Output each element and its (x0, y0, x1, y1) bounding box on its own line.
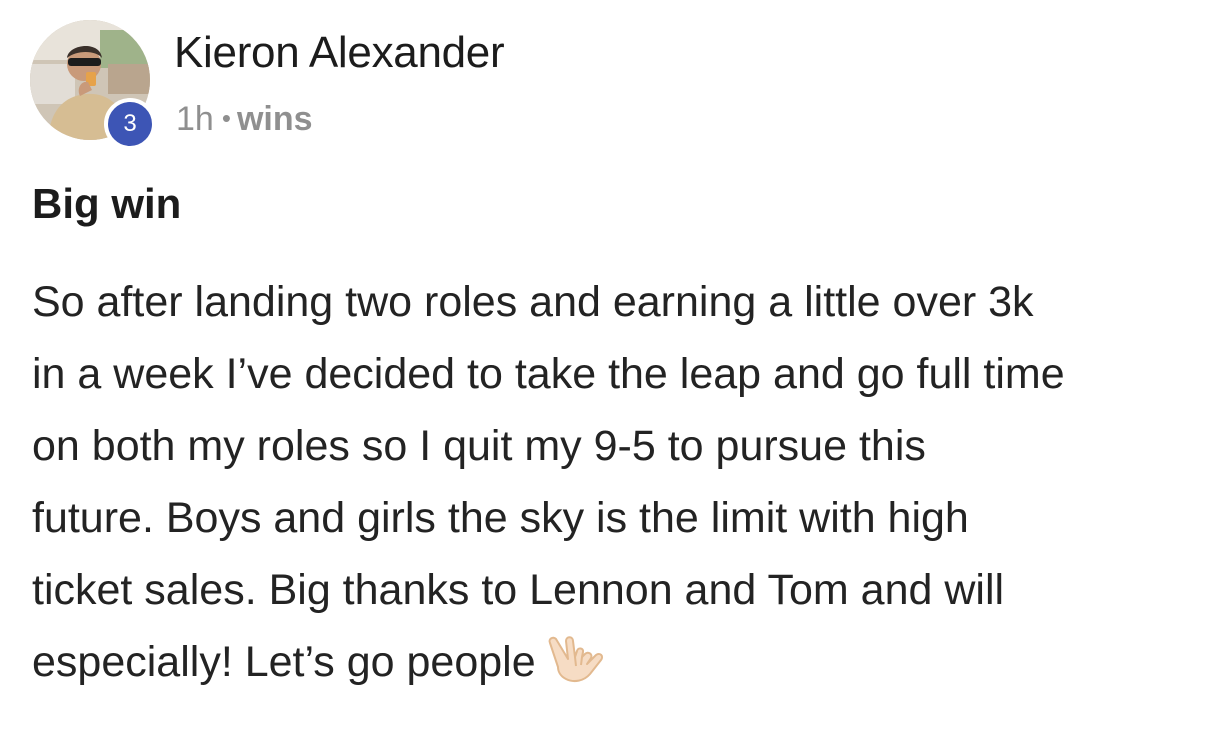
post-body-line: future. Boys and girls the sky is the li… (32, 494, 969, 542)
post-card: 3 Kieron Alexander 1h • wins Big win So af… (0, 0, 1206, 737)
author-name[interactable]: Kieron Alexander (174, 28, 505, 78)
meta-separator: • (221, 103, 231, 133)
love-you-gesture-icon (548, 635, 603, 682)
post-body-line: especially! Let’s go people (32, 638, 536, 686)
post-time: 1h (176, 100, 214, 138)
post-title: Big win (32, 180, 182, 227)
post-meta: 1h • wins (176, 100, 313, 139)
post-body-line: on both my roles so I quit my 9-5 to pur… (32, 422, 926, 470)
post-body-line: in a week I’ve decided to take the leap … (32, 350, 1065, 398)
post-body: So after landing two roles and earning a… (32, 266, 1192, 698)
post-body-line: So after landing two roles and earning a… (32, 278, 1034, 326)
level-badge: 3 (104, 98, 156, 150)
post-body-line: ticket sales. Big thanks to Lennon and T… (32, 566, 1005, 614)
post-category[interactable]: wins (237, 100, 313, 138)
post-body-last-line: especially! Let’s go people (32, 626, 1192, 698)
